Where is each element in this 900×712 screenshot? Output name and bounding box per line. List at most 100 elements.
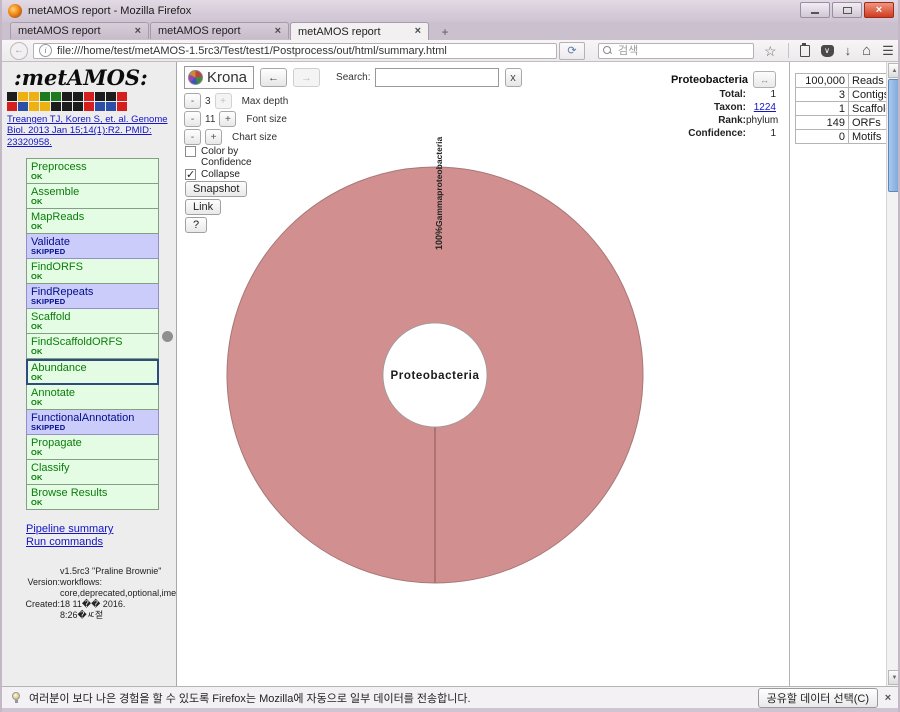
- tab-1-close-icon[interactable]: ×: [135, 26, 141, 37]
- krona-search-clear-button[interactable]: x: [505, 68, 522, 87]
- step-annotate[interactable]: Annotate OK: [26, 385, 159, 410]
- run-commands-link[interactable]: Run commands: [26, 536, 176, 549]
- logo-square: [84, 92, 94, 101]
- max-depth-plus-button[interactable]: +: [215, 93, 232, 109]
- pocket-icon[interactable]: ∨: [821, 45, 834, 57]
- font-size-minus-button[interactable]: -: [184, 111, 201, 127]
- sidebar-links: Pipeline summary Run commands: [26, 523, 176, 549]
- krona-back-button[interactable]: ←: [260, 68, 287, 87]
- step-mapreads[interactable]: MapReads OK: [26, 209, 159, 234]
- back-button[interactable]: ←: [10, 42, 28, 60]
- version-label: Version:: [2, 577, 60, 588]
- status-badge: OK: [31, 374, 154, 382]
- scroll-up-icon[interactable]: ▲: [888, 63, 900, 78]
- snapshot-button[interactable]: Snapshot: [185, 181, 247, 197]
- step-findrepeats[interactable]: FindRepeats SKIPPED: [26, 284, 159, 309]
- selected-taxon-title: Proteobacteria: [671, 74, 748, 86]
- krona-search-label: Search:: [336, 72, 370, 83]
- bookmarks-menu-icon[interactable]: [800, 45, 810, 57]
- home-icon[interactable]: ⌂: [862, 43, 871, 58]
- font-size-label: Font size: [246, 114, 287, 125]
- new-tab-button[interactable]: +: [434, 25, 456, 38]
- menu-icon[interactable]: ☰: [882, 44, 894, 57]
- frame-resize-dot[interactable]: [162, 331, 173, 342]
- step-abundance-selected[interactable]: Abundance OK: [26, 359, 159, 385]
- workflow-modules: core,deprecated,optional,imetamos: [60, 588, 177, 599]
- step-propagate[interactable]: Propagate OK: [26, 435, 159, 460]
- color-by-checkbox[interactable]: [185, 146, 196, 157]
- telemetry-notification-bar: 여러분이 보다 나은 경험을 할 수 있도록 Firefox는 Mozilla에…: [2, 686, 898, 708]
- close-button[interactable]: ×: [864, 2, 894, 18]
- link-button[interactable]: Link: [185, 199, 221, 215]
- step-browse-results[interactable]: Browse Results OK: [26, 485, 159, 510]
- step-preprocess[interactable]: Preprocess OK: [26, 158, 159, 184]
- taxon-id-link[interactable]: 1224: [746, 101, 776, 114]
- expand-details-button[interactable]: ↔: [753, 71, 776, 88]
- lightbulb-icon: [10, 692, 22, 704]
- chart-size-plus-button[interactable]: +: [205, 129, 222, 145]
- choose-shared-data-button[interactable]: 공유할 데이터 선택(C): [758, 688, 878, 708]
- step-classify[interactable]: Classify OK: [26, 460, 159, 485]
- scrollbar-thumb[interactable]: [888, 79, 900, 192]
- search-icon: [603, 46, 612, 55]
- minimize-button[interactable]: [800, 2, 830, 18]
- created-time: 8:26�ㅼ젙: [60, 610, 103, 621]
- status-badge: OK: [31, 173, 154, 181]
- title-bar: metAMOS report - Mozilla Firefox ×: [2, 0, 898, 22]
- release-name: v1.5rc3 "Praline Brownie": [60, 566, 161, 577]
- stats-panel: 100,000Reads 3Contigs 1Scaffolds 149ORFs…: [789, 62, 886, 686]
- tab-2-label: metAMOS report: [158, 25, 241, 37]
- reload-button[interactable]: ⟳: [559, 42, 585, 60]
- vertical-scrollbar[interactable]: ▲ ▼: [886, 62, 900, 686]
- page-info-icon[interactable]: i: [39, 44, 52, 57]
- logo-square: [18, 92, 28, 101]
- table-row: 1Scaffolds: [796, 102, 900, 116]
- firefox-icon: [8, 4, 22, 18]
- max-depth-control: - 3 + Max depth: [184, 93, 288, 109]
- help-button[interactable]: ?: [185, 217, 207, 233]
- navigation-toolbar: ← i file:///home/test/metAMOS-1.5rc3/Tes…: [2, 40, 898, 62]
- notification-close-icon[interactable]: ×: [878, 692, 898, 704]
- logo-square: [40, 92, 50, 101]
- status-badge: SKIPPED: [31, 298, 154, 306]
- search-box[interactable]: [598, 43, 754, 59]
- step-findscaffoldorfs[interactable]: FindScaffoldORFS OK: [26, 334, 159, 359]
- search-input[interactable]: [616, 44, 749, 58]
- window-controls: ×: [800, 2, 894, 18]
- krona-forward-button[interactable]: →: [293, 68, 320, 87]
- maximize-button[interactable]: [832, 2, 862, 18]
- tab-3-active[interactable]: metAMOS report ×: [290, 22, 429, 40]
- step-functionalannotation[interactable]: FunctionalAnnotation SKIPPED: [26, 410, 159, 435]
- step-findorfs[interactable]: FindORFS OK: [26, 259, 159, 284]
- url-bar[interactable]: i file:///home/test/metAMOS-1.5rc3/Test/…: [33, 43, 557, 59]
- logo-square: [62, 102, 72, 111]
- tab-1[interactable]: metAMOS report ×: [10, 22, 149, 39]
- metamos-logo: :metAMOS:: [14, 65, 176, 90]
- logo-square: [51, 102, 61, 111]
- tab-3-label: metAMOS report: [298, 26, 381, 38]
- citation-link[interactable]: Treangen TJ, Koren S, et. al. Genome Bio…: [7, 114, 175, 148]
- tab-2-close-icon[interactable]: ×: [275, 26, 281, 37]
- step-scaffold[interactable]: Scaffold OK: [26, 309, 159, 334]
- font-size-plus-button[interactable]: +: [219, 111, 236, 127]
- pipeline-summary-link[interactable]: Pipeline summary: [26, 523, 176, 536]
- tab-3-close-icon[interactable]: ×: [415, 26, 421, 37]
- logo-square: [84, 102, 94, 111]
- collapse-checkbox[interactable]: ✓: [185, 169, 196, 180]
- chart-size-minus-button[interactable]: -: [184, 129, 201, 145]
- wedge-name-label: Gammaproteobacteria: [434, 137, 444, 227]
- tab-1-label: metAMOS report: [18, 25, 101, 37]
- step-assemble[interactable]: Assemble OK: [26, 184, 159, 209]
- maximize-icon: [843, 7, 852, 14]
- downloads-icon[interactable]: ↓: [845, 44, 852, 57]
- tab-2[interactable]: metAMOS report ×: [150, 22, 289, 39]
- krona-pie-icon: [188, 70, 203, 85]
- scroll-down-icon[interactable]: ▼: [888, 670, 900, 685]
- bookmark-star-icon[interactable]: ☆: [764, 44, 777, 58]
- logo-square: [18, 102, 28, 111]
- max-depth-minus-button[interactable]: -: [184, 93, 201, 109]
- step-validate[interactable]: Validate SKIPPED: [26, 234, 159, 259]
- krona-logo[interactable]: Krona: [184, 66, 254, 89]
- krona-search-input[interactable]: [375, 68, 499, 87]
- krona-brand: Krona: [207, 69, 247, 86]
